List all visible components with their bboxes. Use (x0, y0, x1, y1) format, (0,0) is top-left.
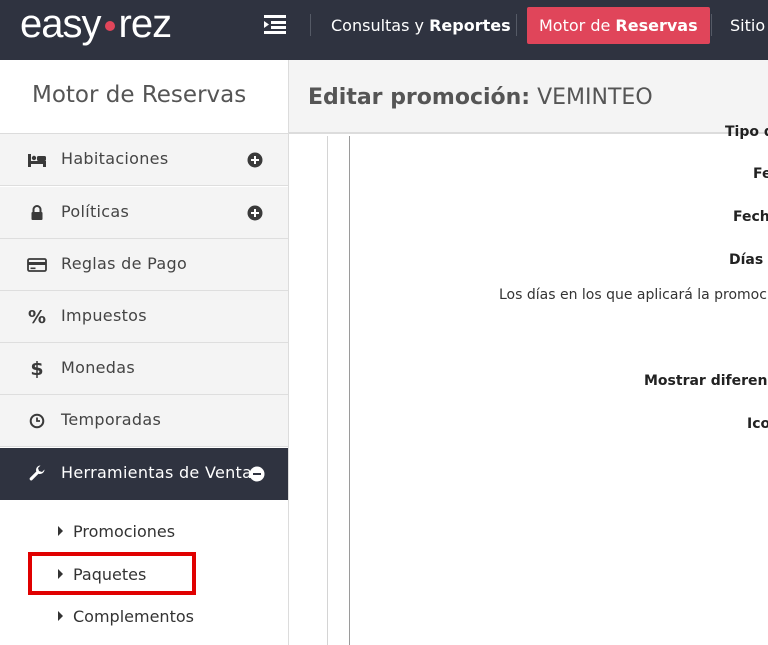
field-help-dias: Los días en los que aplicará la promoci (499, 287, 768, 303)
sidebar-item-label: Monedas (61, 358, 135, 377)
logo-text-easy: easy (20, 1, 101, 46)
sidebar-item-reglas-pago[interactable]: Reglas de Pago (0, 239, 288, 291)
nav-label-bold: Reservas (615, 16, 698, 35)
sidebar-item-label: Habitaciones (61, 149, 169, 168)
menu-collapse-icon[interactable] (262, 13, 288, 35)
subitem-label: Complementos (73, 606, 194, 626)
field-label-dias: Días d (729, 252, 768, 268)
sidebar-item-politicas[interactable]: Políticas (0, 187, 288, 239)
panel-border (327, 136, 328, 645)
easyrez-logo[interactable]: easy rez (20, 0, 173, 48)
nav-separator (516, 14, 517, 36)
sidebar-item-label: Impuestos (61, 306, 147, 325)
caret-right-icon (58, 611, 63, 621)
subitem-label: Promociones (73, 521, 176, 541)
plus-circle-icon[interactable] (247, 205, 263, 221)
content-header: Editar promoción: VEMINTEO (289, 60, 768, 134)
wrench-icon (27, 464, 47, 484)
sidebar-item-label: Temporadas (61, 410, 162, 429)
top-navbar: easy rez Consultas y Reportes Motor de Re… (0, 0, 768, 60)
sidebar-item-temporadas[interactable]: Temporadas (0, 395, 288, 447)
nav-sitio[interactable]: Sitio (730, 7, 765, 44)
logo-text-rez: rez (118, 1, 173, 46)
minus-circle-icon[interactable] (249, 466, 265, 482)
plus-circle-icon[interactable] (247, 152, 263, 168)
percent-icon: % (27, 306, 47, 328)
sidebar-header: Motor de Reservas (0, 60, 289, 134)
sidebar-title: Motor de Reservas (32, 82, 247, 108)
field-label-tipo: Tipo d (725, 124, 768, 140)
nav-label: Consultas y (331, 16, 430, 35)
sidebar-item-habitaciones[interactable]: Habitaciones (0, 134, 288, 186)
sidebar-item-label: Reglas de Pago (61, 254, 188, 273)
panel-border (349, 136, 350, 645)
field-label-icono: Ico (747, 416, 768, 432)
credit-card-icon (27, 255, 47, 275)
sidebar-item-label: Herramientas de Venta (61, 463, 253, 482)
nav-consultas-reportes[interactable]: Consultas y Reportes (331, 7, 511, 44)
dollar-icon: $ (30, 358, 44, 380)
field-label-mostrar-diferencia: Mostrar diferenc (644, 373, 768, 389)
subitem-complementos[interactable]: Complementos (58, 604, 194, 628)
subitem-promociones[interactable]: Promociones (58, 519, 175, 543)
caret-right-icon (58, 526, 63, 536)
field-label-fecha-fin: Fech (733, 209, 768, 225)
field-label-fecha: Fe (753, 166, 768, 182)
logo-dot (104, 21, 115, 31)
sidebar-item-label: Políticas (61, 202, 130, 221)
page-title-label: Editar promoción: (308, 85, 531, 110)
content-panel: Tipo d Fe Fech Días d Los días en los qu… (289, 124, 768, 645)
highlight-box (28, 552, 196, 595)
nav-motor-reservas[interactable]: Motor de Reservas (527, 7, 710, 44)
lock-icon (27, 203, 47, 223)
nav-separator (310, 14, 311, 36)
nav-label-bold: Reportes (429, 16, 511, 35)
nav-separator (711, 14, 712, 36)
page-title-value: VEMINTEO (537, 85, 653, 110)
sidebar-item-impuestos[interactable]: % Impuestos (0, 291, 288, 343)
bed-icon (27, 150, 47, 170)
clock-icon (27, 411, 47, 431)
nav-label: Motor de (539, 16, 616, 35)
sidebar-item-monedas[interactable]: $ Monedas (0, 343, 288, 395)
nav-label: Sitio (730, 16, 766, 35)
page-title: Editar promoción: VEMINTEO (308, 85, 653, 110)
sidebar-item-herramientas-venta[interactable]: Herramientas de Venta (0, 448, 288, 500)
